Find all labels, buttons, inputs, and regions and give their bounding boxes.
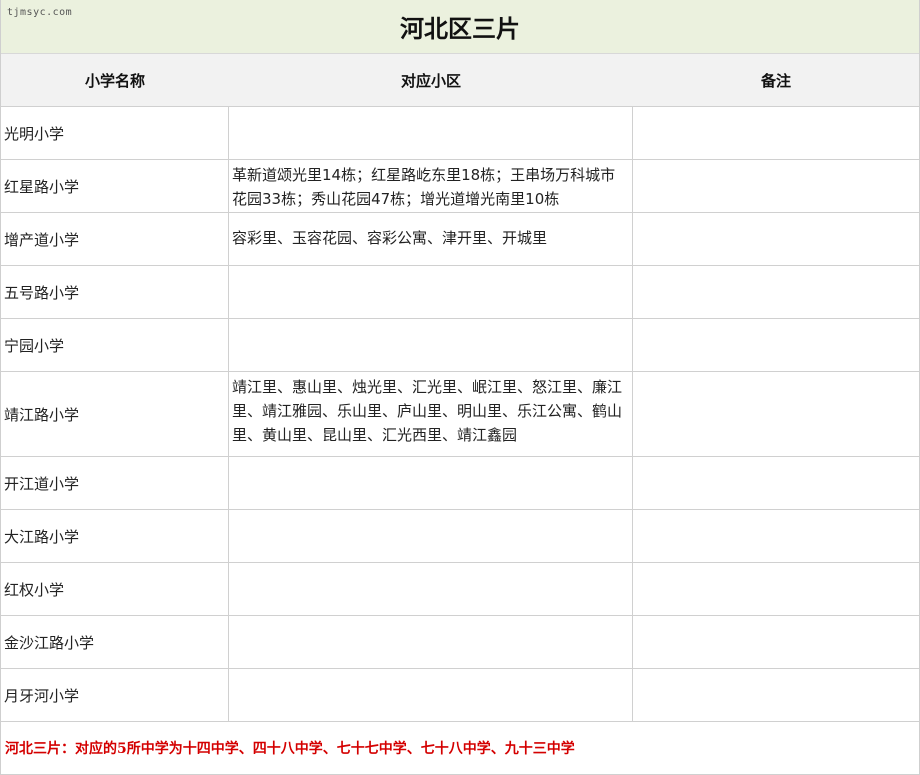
area-cell[interactable]: 容彩里、玉容花园、容彩公寓、津开里、开城里 xyxy=(229,213,633,265)
header-school: 小学名称 xyxy=(84,71,145,90)
area-cell[interactable]: 靖江里、惠山里、烛光里、汇光里、岷江里、怒江里、廉江里、靖江雅园、乐山里、庐山里… xyxy=(229,372,633,456)
table-row: 五号路小学 xyxy=(1,266,919,319)
note-cell[interactable] xyxy=(633,372,919,456)
school-cell[interactable]: 红权小学 xyxy=(1,563,229,615)
header-note: 备注 xyxy=(760,71,791,90)
note-cell[interactable] xyxy=(633,616,919,668)
area-cell[interactable] xyxy=(229,669,633,721)
school-cell[interactable]: 光明小学 xyxy=(1,107,229,159)
table-row: 宁园小学 xyxy=(1,319,919,372)
school-cell[interactable]: 红星路小学 xyxy=(1,160,229,212)
note-cell[interactable] xyxy=(633,510,919,562)
school-cell[interactable]: 宁园小学 xyxy=(1,319,229,371)
note-cell[interactable] xyxy=(633,266,919,318)
school-cell[interactable]: 五号路小学 xyxy=(1,266,229,318)
school-cell[interactable]: 靖江路小学 xyxy=(1,372,229,456)
table-row: 红权小学 xyxy=(1,563,919,616)
area-cell[interactable] xyxy=(229,616,633,668)
note-cell[interactable] xyxy=(633,669,919,721)
note-cell[interactable] xyxy=(633,563,919,615)
school-cell[interactable]: 大江路小学 xyxy=(1,510,229,562)
table-body: 光明小学 红星路小学 革新道颂光里14栋；红星路屹东里18栋；王串场万科城市花园… xyxy=(1,107,919,722)
area-cell[interactable] xyxy=(229,510,633,562)
note-cell[interactable] xyxy=(633,213,919,265)
header-area: 对应小区 xyxy=(400,71,461,90)
watermark: tjmsyc.com xyxy=(7,7,73,18)
table-row: 增产道小学 容彩里、玉容花园、容彩公寓、津开里、开城里 xyxy=(1,213,919,266)
school-cell[interactable]: 开江道小学 xyxy=(1,457,229,509)
table-row: 月牙河小学 xyxy=(1,669,919,722)
header-row: 小学名称 对应小区 备注 xyxy=(1,54,919,107)
table-row: 金沙江路小学 xyxy=(1,616,919,669)
note-cell[interactable] xyxy=(633,319,919,371)
school-cell[interactable]: 月牙河小学 xyxy=(1,669,229,721)
table-row: 大江路小学 xyxy=(1,510,919,563)
footer-note: 河北三片：对应的5所中学为十四中学、四十八中学、七十七中学、七十八中学、九十三中… xyxy=(1,722,919,775)
area-cell[interactable] xyxy=(229,266,633,318)
school-cell[interactable]: 金沙江路小学 xyxy=(1,616,229,668)
table-row: 红星路小学 革新道颂光里14栋；红星路屹东里18栋；王串场万科城市花园33栋；秀… xyxy=(1,160,919,213)
table-row: 光明小学 xyxy=(1,107,919,160)
area-cell[interactable] xyxy=(229,563,633,615)
school-cell[interactable]: 增产道小学 xyxy=(1,213,229,265)
spreadsheet: tjmsyc.com 河北区三片 小学名称 对应小区 备注 光明小学 红星路小学… xyxy=(0,0,920,775)
area-cell[interactable] xyxy=(229,107,633,159)
note-cell[interactable] xyxy=(633,457,919,509)
note-cell[interactable] xyxy=(633,107,919,159)
note-cell[interactable] xyxy=(633,160,919,212)
table-row: 靖江路小学 靖江里、惠山里、烛光里、汇光里、岷江里、怒江里、廉江里、靖江雅园、乐… xyxy=(1,372,919,457)
sheet-title: 河北区三片 xyxy=(1,0,919,54)
table-row: 开江道小学 xyxy=(1,457,919,510)
area-cell[interactable]: 革新道颂光里14栋；红星路屹东里18栋；王串场万科城市花园33栋；秀山花园47栋… xyxy=(229,160,633,212)
area-cell[interactable] xyxy=(229,319,633,371)
area-cell[interactable] xyxy=(229,457,633,509)
